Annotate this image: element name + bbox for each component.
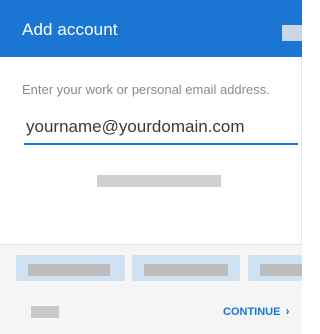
redacted-text-placeholder	[97, 175, 221, 187]
header-action-placeholder[interactable]	[282, 25, 302, 41]
email-field[interactable]	[24, 111, 298, 145]
footer-secondary-button[interactable]	[31, 306, 59, 318]
continue-label: CONTINUE	[223, 306, 281, 318]
chip-label-placeholder	[144, 264, 228, 276]
suggestion-chip[interactable]	[16, 255, 125, 281]
suggestion-chip[interactable]	[132, 255, 240, 281]
email-instruction: Enter your work or personal email addres…	[22, 82, 270, 97]
page-title: Add account	[22, 20, 118, 39]
header-bar: Add account	[0, 0, 302, 57]
continue-button[interactable]: CONTINUE ›	[223, 304, 289, 318]
chip-label-placeholder	[260, 264, 302, 276]
suggestion-chip[interactable]	[248, 255, 302, 281]
chevron-right-icon: ›	[285, 304, 290, 318]
chip-label-placeholder	[28, 264, 110, 276]
add-account-screen: Add account Enter your work or personal …	[0, 0, 302, 334]
